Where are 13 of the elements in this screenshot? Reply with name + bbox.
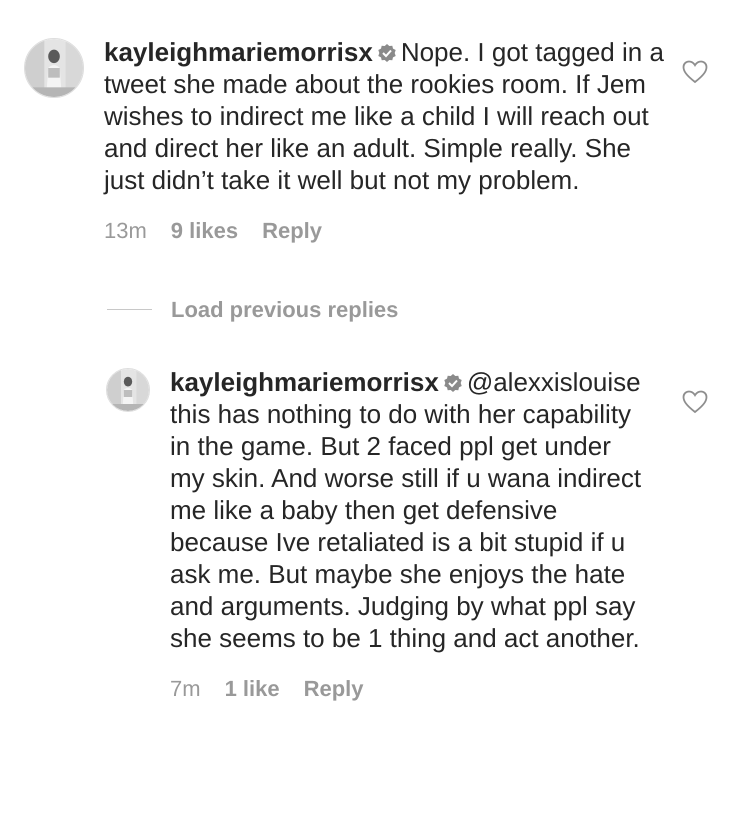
- likes-link[interactable]: 9 likes: [170, 214, 238, 247]
- timestamp: 13m: [104, 217, 147, 245]
- heart-icon[interactable]: [682, 60, 708, 84]
- reply-button[interactable]: Reply: [262, 214, 322, 247]
- likes-link[interactable]: 1 like: [224, 672, 280, 705]
- comment-text: kayleighmariemorrisx @alexxislouise this has nothing to do with her capability in the game. But 2 faced ppl get under my skin. And worse still if u wana indirect me like a baby then get defensive because Ive retaliated is a bit stupid if u ask me. But maybe she enjoys the hate and arguments. Judging by what ppl say she seems to be 1 thing and act another.: [170, 366, 642, 654]
- username-link[interactable]: kayleighmariemorrisx: [104, 37, 373, 67]
- username-link[interactable]: kayleighmariemorrisx: [170, 367, 439, 397]
- heart-icon[interactable]: [682, 390, 708, 414]
- reply-button[interactable]: Reply: [304, 672, 364, 705]
- comment-text: kayleighmariemorrisx Nope. I got tagged in a tweet she made about the rookies room. If Jem wishes to indirect me like a child I will reach out and direct her like an adult. Simple really. She just didn’t take it well but not my problem.: [104, 36, 664, 196]
- timestamp: 7m: [170, 675, 201, 703]
- load-previous-replies-link[interactable]: Load previous replies: [171, 293, 398, 326]
